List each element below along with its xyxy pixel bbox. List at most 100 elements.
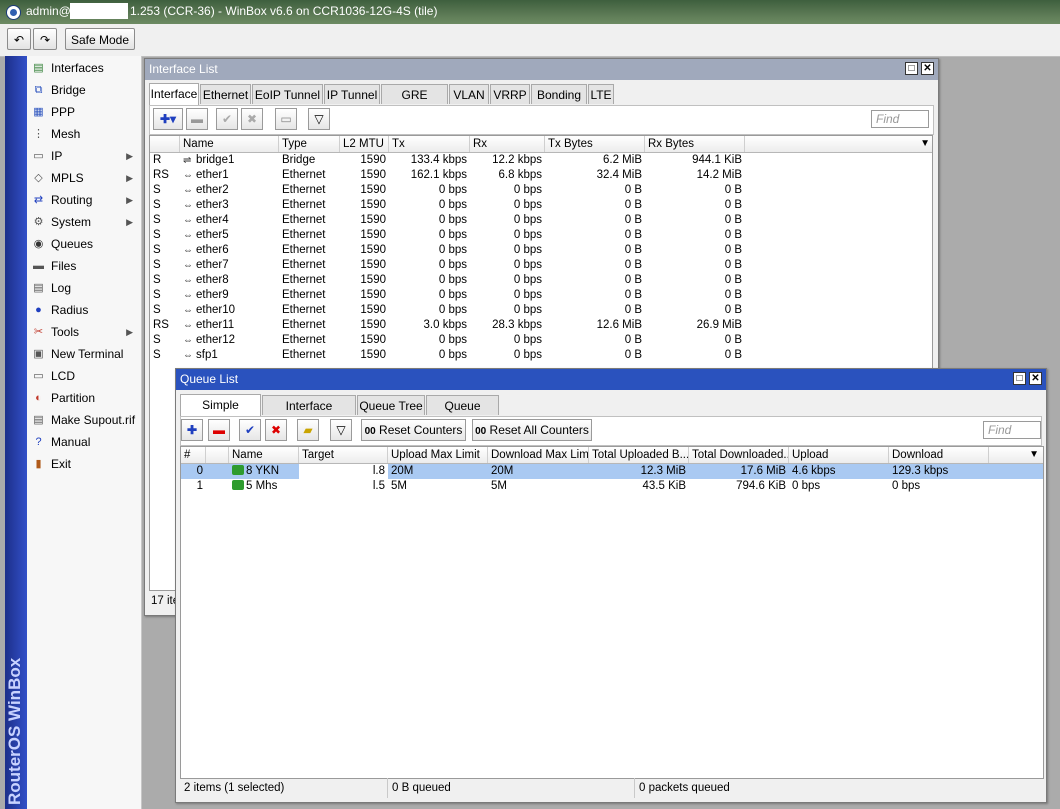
col-tx-bytes[interactable]: Tx Bytes [545,136,645,152]
table-row[interactable]: R ⇌ bridge1 Bridge 1590 133.4 kbps 12.2 kbps 6.… [150,153,932,168]
menu-item-new-terminal[interactable]: ▣ New Terminal [27,343,141,365]
menu-item-make-supout-rif[interactable]: ▤ Make Supout.rif [27,409,141,431]
undo-icon: ↶ [13,33,25,47]
table-row[interactable]: S ⇔ ether9 Ethernet 1590 0 bps 0 bps 0 B0 B [150,288,932,303]
filter-icon: ▽ [314,112,324,126]
menu-item-ppp[interactable]: ▦ PPP [27,101,141,123]
tab-eoip-tunnel[interactable]: EoIP Tunnel [252,84,323,104]
queue-maximize-icon[interactable]: □ [1013,372,1026,385]
safe-mode-button[interactable]: Safe Mode [65,28,135,50]
col-rx[interactable]: Rx [470,136,545,152]
menu-item-ip[interactable]: ▭ IP ▶ [27,145,141,167]
col-l2mtu[interactable]: L2 MTU [340,136,389,152]
cell-rx: 0 bps [513,184,542,196]
tab-lte[interactable]: LTE [588,84,614,104]
menu-item-files[interactable]: ▬ Files [27,255,141,277]
filter-button[interactable]: ▽ [308,108,330,130]
reset-counters-button[interactable]: 00 Reset Counters [361,419,466,441]
table-row[interactable]: S ⇔ ether7 Ethernet 1590 0 bps 0 bps 0 B0 B [150,258,932,273]
disable-button[interactable]: ✖ [241,108,263,130]
tab-ethernet[interactable]: Ethernet [200,84,251,104]
table-row[interactable]: S ⇔ ether6 Ethernet 1590 0 bps 0 bps 0 B0 B [150,243,932,258]
menu-item-partition[interactable]: ◐ Partition [27,387,141,409]
col-rx-bytes[interactable]: Rx Bytes [645,136,745,152]
menu-item-mesh[interactable]: ⋮ Mesh [27,123,141,145]
close-icon[interactable]: ✕ [921,62,934,75]
menu-item-exit[interactable]: ▮ Exit [27,453,141,475]
tab-queue-types[interactable]: Queue Types [426,395,499,433]
table-row[interactable]: S ⇔ ether5 Ethernet 1590 0 bps 0 bps 0 B0 B [150,228,932,243]
comment-button[interactable]: ▭ [275,108,297,130]
reset-all-counters-button[interactable]: 00 Reset All Counters [472,419,592,441]
queue-row[interactable]: 15 Mhs l.5 5M 5M 43.5 KiB 794.6 KiB 0 bps 0 bps [181,479,1043,494]
table-row[interactable]: RS ⇔ ether1 Ethernet 1590 162.1 kbps 6.8 kbps 3… [150,168,932,183]
col-type[interactable]: Type [279,136,340,152]
tab-vlan[interactable]: VLAN [449,84,489,104]
col-name[interactable]: Name [180,136,279,152]
menu-item-interfaces[interactable]: ▤ Interfaces [27,57,141,79]
column-chooser-icon[interactable]: ▼ [920,136,930,152]
menu-item-queues[interactable]: ◉ Queues [27,233,141,255]
tab-ip-tunnel[interactable]: IP Tunnel [324,84,380,104]
menu-item-mpls[interactable]: ◇ MPLS ▶ [27,167,141,189]
table-row[interactable]: S ⇔ ether4 Ethernet 1590 0 bps 0 bps 0 B0 B [150,213,932,228]
tab-simple-queues[interactable]: Simple Queues [180,394,261,432]
col-tx[interactable]: Tx [389,136,470,152]
cell-flags: RS [153,319,169,331]
queue-close-icon[interactable]: ✕ [1029,372,1042,385]
add-dropdown-button[interactable]: ✚▾ [153,108,183,130]
col-download[interactable]: Download [889,447,989,463]
remove-button[interactable]: ▬ [186,108,208,130]
queue-remove-button[interactable]: ▬ [208,419,230,441]
interfaces-icon: ▤ [33,62,44,74]
cell-tx: 0 bps [438,304,467,316]
col-flags[interactable] [150,136,180,152]
interface-find-input[interactable]: Find [871,110,929,128]
redo-button[interactable]: ↷ [33,28,57,50]
table-row[interactable]: S ⇔ ether12 Ethernet 1590 0 bps 0 bps 0 B0 B [150,333,932,348]
queue-disable-button[interactable]: ✖ [265,419,287,441]
menu-item-log[interactable]: ▤ Log [27,277,141,299]
menu-item-lcd[interactable]: ▭ LCD [27,365,141,387]
enable-button[interactable]: ✔ [216,108,238,130]
undo-button[interactable]: ↶ [7,28,31,50]
tab-queue-tree[interactable]: Queue Tree [357,395,425,415]
col-total-uploaded[interactable]: Total Uploaded B... [589,447,689,463]
tab-vrrp[interactable]: VRRP [490,84,530,104]
menu-item-radius[interactable]: ● Radius [27,299,141,321]
tab-bonding[interactable]: Bonding [531,84,587,104]
table-row[interactable]: S ⇔ ether8 Ethernet 1590 0 bps 0 bps 0 B0 B [150,273,932,288]
menu-item-routing[interactable]: ⇄ Routing ▶ [27,189,141,211]
col-upload-max[interactable]: Upload Max Limit [388,447,488,463]
filter-icon: ▽ [336,423,346,437]
queue-column-chooser-icon[interactable]: ▼ [1029,447,1039,463]
table-row[interactable]: S ⇔ sfp1 Ethernet 1590 0 bps 0 bps 0 B0 B [150,348,932,363]
table-row[interactable]: RS ⇔ ether11 Ethernet 1590 3.0 kbps 28.3 kbps 1… [150,318,932,333]
col-target[interactable]: Target [299,447,388,463]
cell-rx-bytes: 26.9 MiB [696,319,742,331]
table-row[interactable]: S ⇔ ether10 Ethernet 1590 0 bps 0 bps 0 B0 B [150,303,932,318]
queue-row[interactable]: 08 YKN l.8 20M 20M 12.3 MiB 17.6 MiB 4.6 kbps 1… [181,464,1043,479]
table-row[interactable]: S ⇔ ether3 Ethernet 1590 0 bps 0 bps 0 B0 B [150,198,932,213]
col-flags[interactable] [206,447,229,463]
tab-gre-tunnel[interactable]: GRE Tunnel [381,84,448,122]
col-total-downloaded[interactable]: Total Downloaded... [689,447,789,463]
tab-interface[interactable]: Interface [149,83,199,105]
submenu-arrow-icon: ▶ [126,195,133,205]
col-download-max[interactable]: Download Max Limit [488,447,589,463]
queue-add-button[interactable]: ✚ [181,419,203,441]
queue-enable-button[interactable]: ✔ [239,419,261,441]
queue-find-input[interactable]: Find [983,421,1041,439]
maximize-icon[interactable]: □ [905,62,918,75]
tab-interface-queues[interactable]: Interface Queues [262,395,356,433]
menu-item-manual[interactable]: ? Manual [27,431,141,453]
menu-item-bridge[interactable]: ⧉ Bridge [27,79,141,101]
col-number[interactable]: # [181,447,206,463]
col-upload[interactable]: Upload [789,447,889,463]
table-row[interactable]: S ⇔ ether2 Ethernet 1590 0 bps 0 bps 0 B0 B [150,183,932,198]
col-queue-name[interactable]: Name [229,447,299,463]
menu-item-tools[interactable]: ✂ Tools ▶ [27,321,141,343]
queue-filter-button[interactable]: ▽ [330,419,352,441]
menu-item-system[interactable]: ⚙ System ▶ [27,211,141,233]
queue-comment-button[interactable]: ▰ [297,419,319,441]
